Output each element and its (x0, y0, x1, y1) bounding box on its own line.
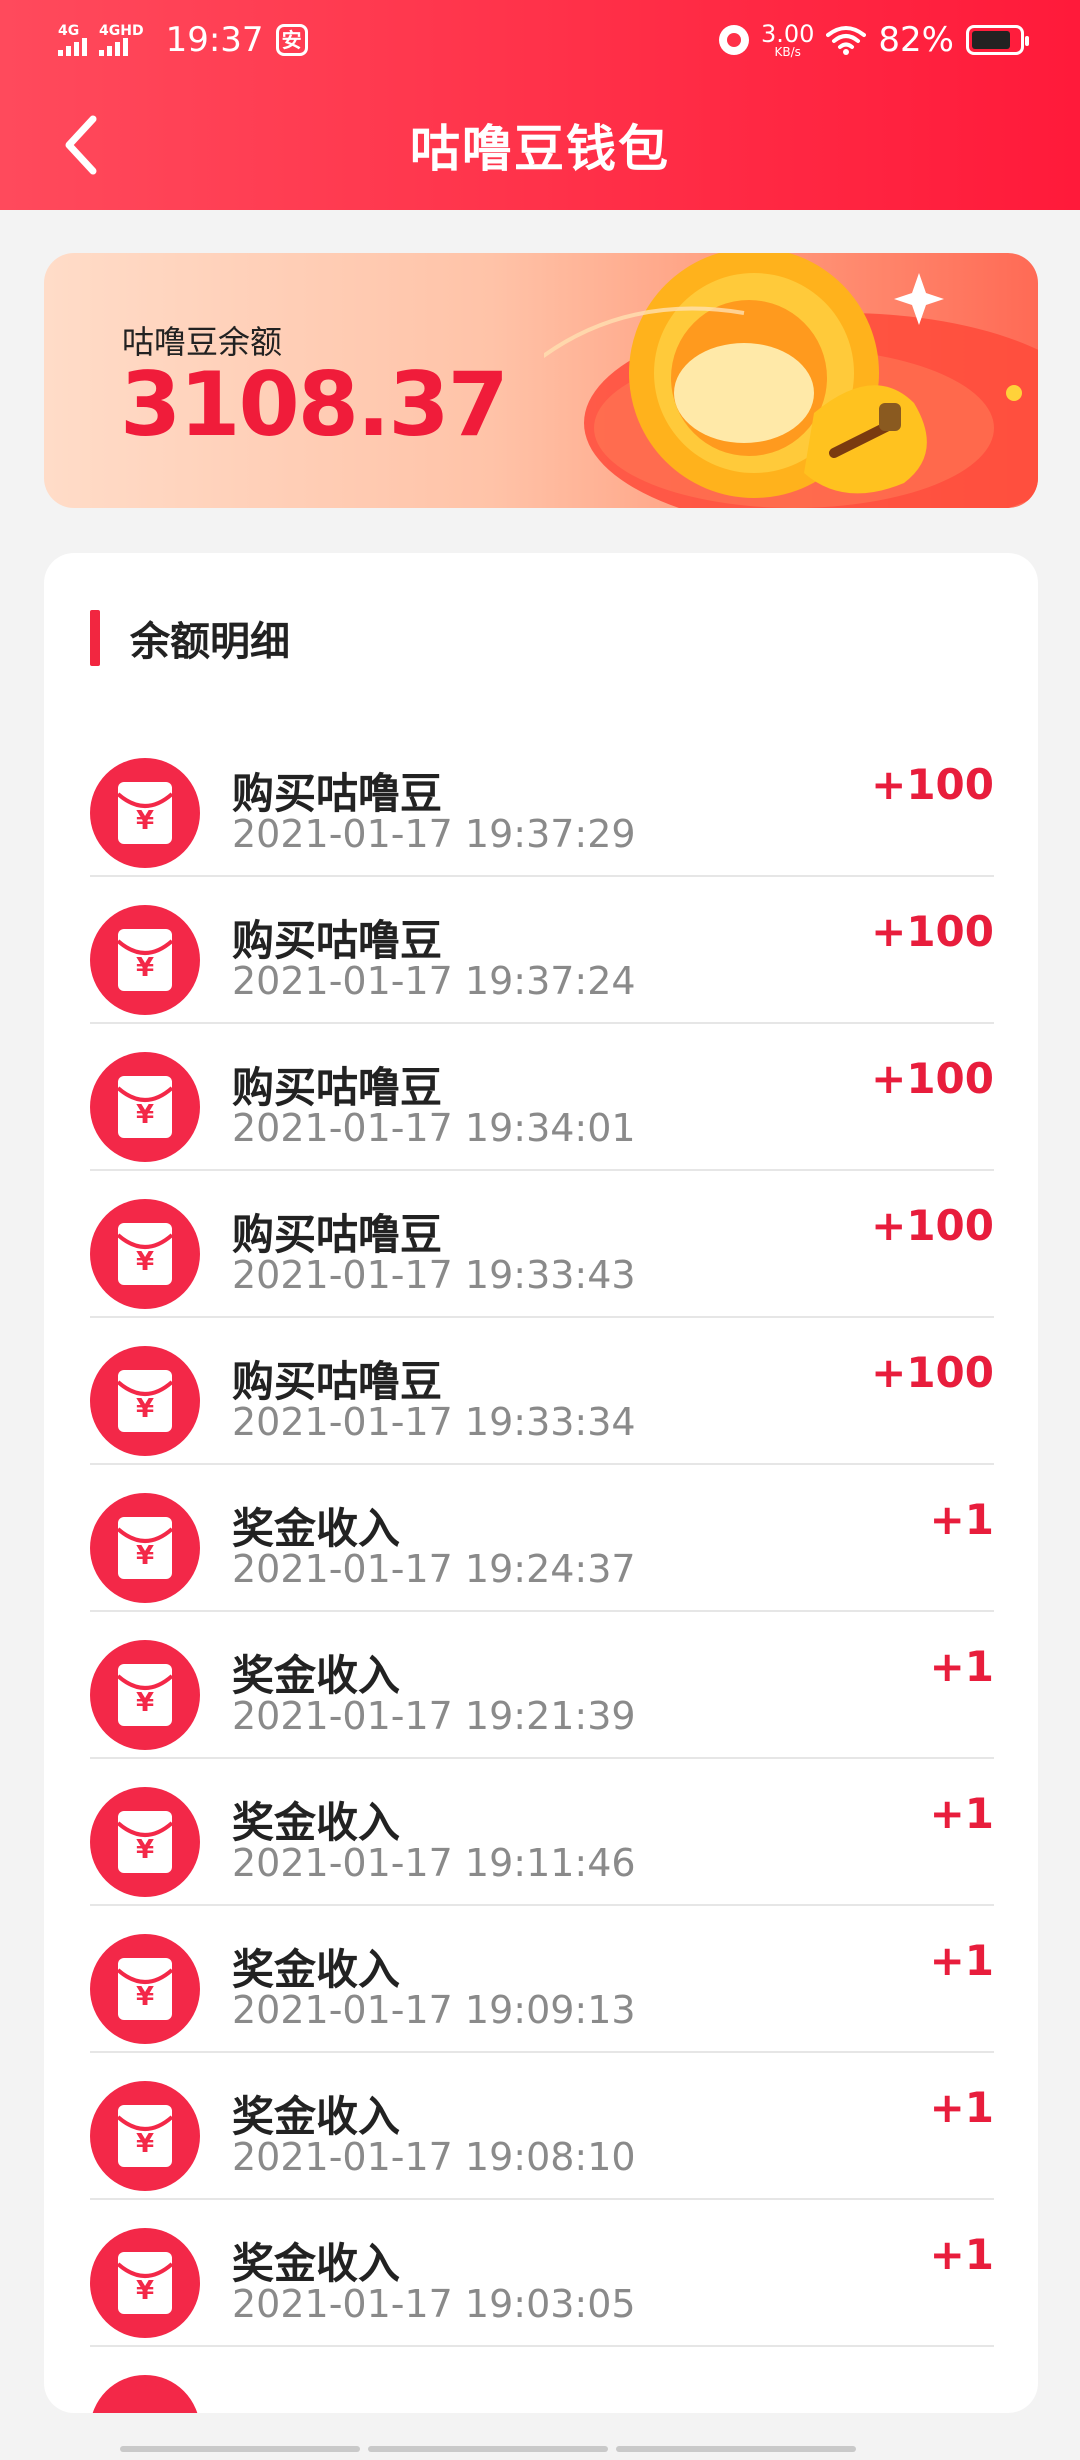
red-envelope-icon: ¥ (90, 2081, 200, 2191)
balance-card: 咕噜豆余额 3108.37 (44, 253, 1038, 508)
transaction-row[interactable]: ¥ 购买咕噜豆 2021-01-17 19:37:29 +100 (90, 730, 994, 877)
alarm-icon (718, 25, 749, 55)
transaction-amount: +1 (929, 2230, 994, 2279)
transaction-amount: +100 (871, 1201, 994, 1250)
currency-symbol: ¥ (135, 2276, 155, 2306)
red-envelope-icon: ¥ (90, 905, 200, 1015)
section-title: 余额明细 (130, 619, 290, 665)
currency-symbol: ¥ (135, 806, 155, 836)
transaction-amount: +1 (929, 1789, 994, 1838)
battery-fill (972, 31, 1010, 49)
battery-percent: 82% (878, 20, 954, 60)
transaction-time: 2021-01-17 19:37:29 (232, 812, 636, 856)
transaction-amount: +1 (929, 1495, 994, 1544)
transaction-time: 2021-01-17 19:11:46 (232, 1841, 636, 1885)
transaction-row[interactable]: ¥ 奖金收入 2021-01-17 19:08:10 +1 (90, 2053, 994, 2200)
app-notification-icon: 安 (275, 24, 308, 56)
transaction-amount: +100 (871, 760, 994, 809)
speed-value: 3.00 (760, 20, 815, 48)
red-envelope-icon: ¥ (90, 1934, 200, 2044)
red-envelope-icon: ¥ (90, 2228, 200, 2338)
page-title: 咕噜豆钱包 (410, 120, 670, 178)
transaction-row[interactable]: ¥ 奖金收入 2021-01-17 19:09:13 +1 (90, 1906, 994, 2053)
back-button[interactable] (46, 110, 116, 180)
transaction-amount: +1 (929, 2083, 994, 2132)
status-right: 3.00 KB/s 82% (718, 20, 1029, 60)
red-envelope-icon: ¥ (90, 758, 200, 868)
currency-symbol: ¥ (135, 1100, 155, 1130)
currency-symbol: ¥ (135, 2129, 155, 2159)
transaction-list[interactable]: ¥ 购买咕噜豆 2021-01-17 19:37:29 +100 ¥ 购买咕噜豆 2021-… (90, 730, 994, 2413)
transaction-time: 2021-01-17 19:08:10 (232, 2135, 636, 2179)
red-envelope-icon (90, 2375, 200, 2413)
transaction-amount: +1 (929, 1642, 994, 1691)
transaction-time: 2021-01-17 19:37:24 (232, 959, 636, 1003)
transaction-row[interactable]: ¥ 购买咕噜豆 2021-01-17 19:33:43 +100 (90, 1171, 994, 1318)
transaction-row[interactable]: ¥ 购买咕噜豆 2021-01-17 19:33:34 +100 (90, 1318, 994, 1465)
transaction-row[interactable]: ¥ 奖金收入 2021-01-17 19:03:05 +1 (90, 2200, 994, 2347)
currency-symbol: ¥ (135, 1247, 155, 1277)
signal-bars-icon (58, 38, 87, 56)
transaction-row[interactable]: ¥ 奖金收入 2021-01-17 19:24:37 +1 (90, 1465, 994, 1612)
transaction-row[interactable]: ¥ 购买咕噜豆 2021-01-17 19:37:24 +100 (90, 877, 994, 1024)
transaction-row[interactable]: ¥ 奖金收入 2021-01-17 19:11:46 +1 (90, 1759, 994, 1906)
red-envelope-icon: ¥ (90, 1640, 200, 1750)
currency-symbol: ¥ (135, 1835, 155, 1865)
transaction-time: 2021-01-17 19:21:39 (232, 1694, 636, 1738)
currency-symbol: ¥ (135, 1541, 155, 1571)
red-envelope-icon: ¥ (90, 1052, 200, 1162)
transaction-time: 2021-01-17 19:33:43 (232, 1253, 636, 1297)
transaction-time: 2021-01-17 19:34:01 (232, 1106, 636, 1150)
currency-symbol: ¥ (135, 953, 155, 983)
status-bar: 4G 4GHD 19:37 安 3.00 KB/s 82% (0, 0, 1080, 80)
coin-pouch-illustration (544, 253, 1038, 508)
network-speed: 3.00 KB/s (761, 22, 814, 58)
section-accent-bar (90, 610, 100, 666)
currency-symbol: ¥ (135, 1688, 155, 1718)
network-label-2: 4GHD (99, 23, 144, 39)
transaction-row[interactable]: ¥ 购买咕噜豆 2021-01-17 19:34:01 +100 (90, 1024, 994, 1171)
red-envelope-icon: ¥ (90, 1787, 200, 1897)
signal-1: 4G (58, 24, 87, 56)
section-header: 余额明细 (90, 608, 290, 668)
red-envelope-icon: ¥ (90, 1346, 200, 1456)
status-time: 19:37 (165, 20, 264, 60)
balance-value: 3108.37 (120, 353, 509, 456)
battery-icon (966, 25, 1029, 55)
red-envelope-icon: ¥ (90, 1493, 200, 1603)
transaction-row-partial[interactable] (90, 2347, 994, 2413)
network-label-1: 4G (58, 23, 80, 39)
signal-2: 4GHD (99, 24, 144, 56)
currency-symbol: ¥ (135, 1394, 155, 1424)
transaction-row[interactable]: ¥ 奖金收入 2021-01-17 19:21:39 +1 (90, 1612, 994, 1759)
top-header: 4G 4GHD 19:37 安 3.00 KB/s 82% 咕噜豆钱包 (0, 0, 1080, 210)
status-left: 4G 4GHD 19:37 安 (58, 20, 308, 60)
transaction-amount: +100 (871, 907, 994, 956)
currency-symbol: ¥ (135, 1982, 155, 2012)
nav-bar: 咕噜豆钱包 (0, 80, 1080, 210)
transaction-amount: +100 (871, 1348, 994, 1397)
transaction-time: 2021-01-17 19:09:13 (232, 1988, 636, 2032)
transaction-time: 2021-01-17 19:24:37 (232, 1547, 636, 1591)
transaction-amount: +100 (871, 1054, 994, 1103)
red-envelope-icon: ¥ (90, 1199, 200, 1309)
transaction-time: 2021-01-17 19:03:05 (232, 2282, 636, 2326)
chevron-left-icon (65, 115, 97, 175)
wifi-icon (826, 26, 867, 55)
speed-unit: KB/s (774, 45, 801, 59)
gesture-bar (0, 2446, 1080, 2460)
signal-bars-icon (99, 38, 128, 56)
transaction-amount: +1 (929, 1936, 994, 1985)
transaction-time: 2021-01-17 19:33:34 (232, 1400, 636, 1444)
balance-detail-card: 余额明细 ¥ 购买咕噜豆 2021-01-17 19:37:29 +100 ¥ 购买咕噜豆… (44, 553, 1038, 2413)
